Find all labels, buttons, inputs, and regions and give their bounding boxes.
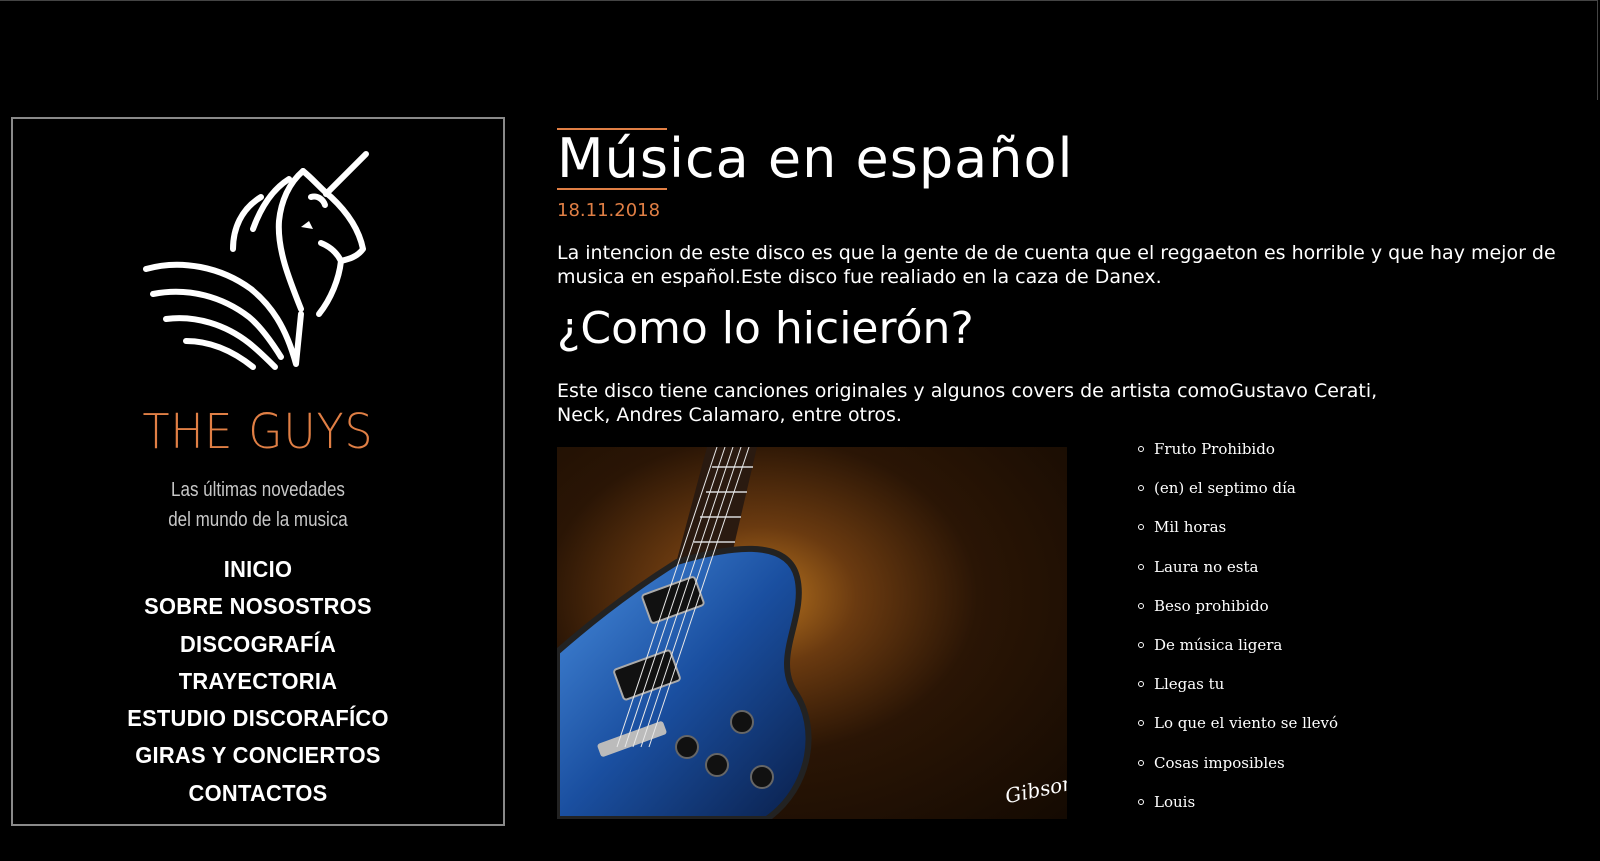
list-item: Cosas imposibles xyxy=(1136,752,1338,791)
page-title: Música en español xyxy=(557,127,1074,190)
tagline-line-1: Las últimas novedades xyxy=(171,479,345,501)
list-item: Lo que el viento se llevó xyxy=(1136,712,1338,751)
list-item: Llegas tu xyxy=(1136,673,1338,712)
guitar-image: Gibson xyxy=(557,447,1067,819)
description-paragraph: Este disco tiene canciones originales y … xyxy=(557,380,1378,426)
sidebar: THE GUYS Las últimas novedades del mundo… xyxy=(11,117,505,826)
list-item: De música ligera xyxy=(1136,634,1338,673)
section-heading: ¿Como lo hicierón? xyxy=(557,303,974,354)
nav-item-contactos[interactable]: CONTACTOS xyxy=(25,775,491,812)
list-item: Louis xyxy=(1136,791,1338,830)
main-nav: INICIO SOBRE NOSOSTROS DISCOGRAFÍA TRAYE… xyxy=(13,551,503,812)
nav-item-discografia[interactable]: DISCOGRAFÍA xyxy=(25,626,491,663)
nav-item-giras[interactable]: GIRAS Y CONCIERTOS xyxy=(25,737,491,774)
nav-item-estudio[interactable]: ESTUDIO DISCORAFÍCO xyxy=(25,700,491,737)
intro-paragraph: La intencion de este disco es que la gen… xyxy=(557,242,1556,288)
list-item: Mil horas xyxy=(1136,516,1338,555)
track-list: Fruto Prohibido (en) el septimo día Mil … xyxy=(1136,438,1338,830)
post-date: 18.11.2018 xyxy=(557,200,661,221)
gibson-logo-text: Gibson xyxy=(1003,770,1067,808)
article: Música en español 18.11.2018 La intencio… xyxy=(557,128,1567,427)
nav-item-sobre-nosotros[interactable]: SOBRE NOSOSTROS xyxy=(25,588,491,625)
guitar-illustration: Gibson xyxy=(557,447,1067,819)
nav-item-inicio[interactable]: INICIO xyxy=(25,551,491,588)
brand-title: THE GUYS xyxy=(142,404,374,460)
list-item: Beso prohibido xyxy=(1136,595,1338,634)
list-item: Laura no esta xyxy=(1136,556,1338,595)
tagline: Las últimas novedades del mundo de la mu… xyxy=(50,475,467,535)
list-item: Fruto Prohibido xyxy=(1136,438,1338,477)
list-item: (en) el septimo día xyxy=(1136,477,1338,516)
tagline-line-2: del mundo de la musica xyxy=(168,509,348,531)
unicorn-pegasus-logo-icon xyxy=(143,151,369,370)
top-frame xyxy=(0,0,1598,100)
nav-item-trayectoria[interactable]: TRAYECTORIA xyxy=(25,663,491,700)
